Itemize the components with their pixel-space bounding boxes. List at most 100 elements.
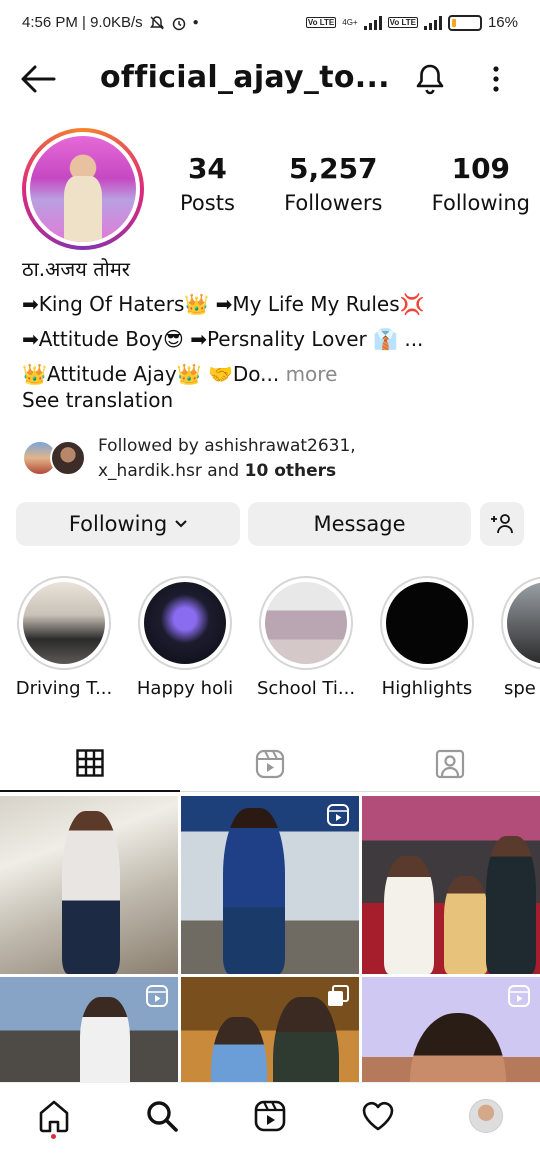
following-label: Following <box>431 191 530 215</box>
followed-by-line-1: Followed by ashishrawat2631, <box>98 436 356 456</box>
highlight-cover <box>386 582 468 664</box>
post-thumbnail[interactable] <box>362 796 540 974</box>
back-button[interactable] <box>20 64 56 94</box>
volte-badge-2: Vo LTE <box>387 17 418 28</box>
profile-avatar <box>30 136 136 242</box>
net-gen: 4G+ <box>342 18 358 27</box>
message-button-label: Message <box>313 512 406 536</box>
highlight-cover <box>144 582 226 664</box>
reels-icon <box>255 749 285 779</box>
posts-stat[interactable]: 34 Posts <box>180 152 235 215</box>
highlight-ring <box>501 576 540 670</box>
highlight-cover <box>265 582 347 664</box>
multi-post-icon <box>328 985 349 1006</box>
reel-badge-icon <box>146 985 168 1007</box>
following-button[interactable]: Following <box>16 502 240 546</box>
following-button-label: Following <box>68 512 168 536</box>
message-button[interactable]: Message <box>248 502 471 546</box>
followed-by-line-2: x_hardik.hsr and 10 others <box>98 459 356 484</box>
nav-search[interactable] <box>143 1097 181 1135</box>
highlight-item[interactable]: Happy holi <box>127 576 243 699</box>
see-translation-link[interactable]: See translation <box>22 388 173 412</box>
mutual-follower-avatar <box>50 440 86 476</box>
followed-by-names: x_hardik.hsr and <box>98 461 245 481</box>
tab-posts-grid[interactable] <box>0 736 180 792</box>
status-bar: 4:56 PM | 9.0KB/s ● Vo LTE 4G+ Vo LTE 16… <box>0 0 540 48</box>
highlight-item[interactable]: spe <box>490 576 540 699</box>
grid-icon <box>76 749 104 777</box>
post-thumbnail[interactable] <box>181 796 359 974</box>
notification-dot <box>51 1134 56 1139</box>
followers-stat[interactable]: 5,257 Followers <box>284 152 382 215</box>
highlight-label: Driving T... <box>15 678 113 699</box>
highlight-item[interactable]: Driving T... <box>6 576 122 699</box>
post-subject <box>273 997 339 1082</box>
post-subject <box>80 997 130 1082</box>
reel-badge-icon <box>508 985 530 1007</box>
reels-icon <box>254 1100 286 1132</box>
bio-line-1: ➡King Of Haters👑 ➡My Life My Rules💢 <box>22 292 425 316</box>
bell-icon <box>416 64 444 95</box>
profile-actions: Following Message <box>16 502 524 546</box>
nav-home[interactable] <box>35 1097 73 1135</box>
kebab-menu-icon <box>493 66 499 92</box>
avatar-border <box>26 132 140 246</box>
highlight-item[interactable]: School Ti... <box>248 576 364 699</box>
bio-line-3: 👑Attitude Ajay👑 🤝Do... more <box>22 357 532 392</box>
following-count: 109 <box>451 152 511 185</box>
tab-reels[interactable] <box>180 736 360 792</box>
nav-reels[interactable] <box>251 1097 289 1135</box>
post-subject <box>410 1013 506 1082</box>
bio-more-link[interactable]: more <box>286 362 338 386</box>
post-thumbnail[interactable] <box>0 796 178 974</box>
tagged-icon <box>435 749 465 779</box>
highlight-ring <box>17 576 111 670</box>
reel-badge-icon <box>327 804 349 826</box>
post-thumbnail[interactable] <box>0 977 178 1082</box>
profile-stats: 34 Posts 5,257 Followers 109 Following <box>180 152 530 215</box>
highlight-ring <box>259 576 353 670</box>
posts-grid <box>0 796 540 1082</box>
battery-icon <box>447 14 482 31</box>
following-stat[interactable]: 109 Following <box>432 152 530 215</box>
bio-line-3-text: 👑Attitude Ajay👑 🤝Do... <box>22 362 280 386</box>
post-thumbnail[interactable] <box>181 977 359 1082</box>
status-time: 4:56 PM | 9.0KB/s <box>22 14 143 31</box>
highlight-cover <box>23 582 105 664</box>
followed-by-others: 10 others <box>244 461 337 481</box>
signal-icon-2 <box>423 15 442 30</box>
dot-indicator: ● <box>192 17 199 28</box>
notifications-button[interactable] <box>414 62 446 100</box>
post-subject <box>62 811 120 974</box>
more-options-button[interactable] <box>486 64 506 98</box>
post-subject <box>384 856 434 974</box>
status-left: 4:56 PM | 9.0KB/s ● <box>22 14 199 31</box>
highlight-label: Happy holi <box>136 678 234 699</box>
heart-icon <box>362 1101 394 1131</box>
suggested-users-button[interactable] <box>480 502 524 546</box>
post-subject <box>211 1017 267 1082</box>
post-subject <box>223 808 285 974</box>
tab-tagged[interactable] <box>360 736 540 792</box>
profile-bio: ठा.अजय तोमर ➡King Of Haters👑 ➡My Life My… <box>22 252 532 392</box>
followers-label: Followers <box>284 191 383 215</box>
highlight-item[interactable]: Highlights <box>369 576 485 699</box>
back-arrow-icon <box>21 65 56 93</box>
alarm-icon <box>172 17 185 30</box>
post-thumbnail[interactable] <box>362 977 540 1082</box>
story-highlights: Driving T... Happy holi School Ti... Hig… <box>0 576 540 706</box>
posts-label: Posts <box>180 191 235 215</box>
nav-activity[interactable] <box>359 1097 397 1135</box>
highlight-ring <box>138 576 232 670</box>
home-icon <box>39 1100 69 1133</box>
status-right: Vo LTE 4G+ Vo LTE 16% <box>305 14 518 31</box>
highlight-label: spe <box>504 678 536 699</box>
followed-by-section[interactable]: Followed by ashishrawat2631, x_hardik.hs… <box>22 434 522 486</box>
volte-badge: Vo LTE <box>305 17 337 28</box>
post-subject <box>444 876 488 974</box>
highlight-label: Highlights <box>381 678 473 699</box>
profile-avatar-story[interactable] <box>22 128 144 250</box>
nav-profile[interactable] <box>467 1097 505 1135</box>
profile-header: official_ajay_to... <box>0 52 540 108</box>
highlight-cover <box>507 582 540 664</box>
